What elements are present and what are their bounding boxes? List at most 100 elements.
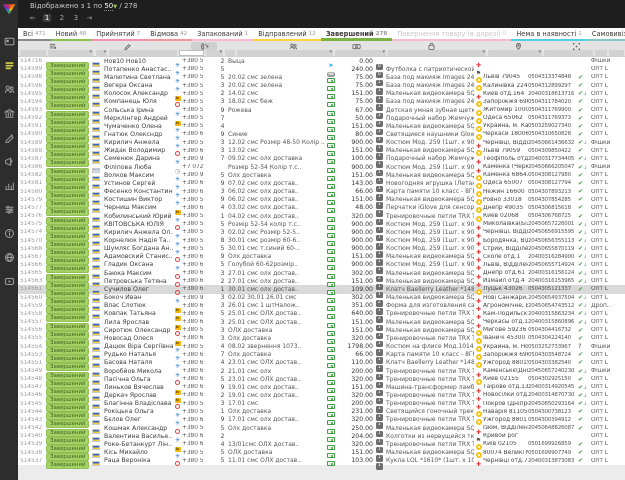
order-row[interactable]: 514576ЗавершенийКобилинський Юрий✳+380 5… <box>18 212 625 220</box>
filter-input[interactable] <box>109 50 177 56</box>
filter-input[interactable]: ▾ <box>388 50 486 56</box>
order-row[interactable]: 514593ЗавершенийСольська Ірина✳+380 59Ро… <box>18 106 625 114</box>
order-row[interactable]: 514596ЗавершенийВегера Оксана✳+380 5320.… <box>18 81 625 89</box>
globe-icon[interactable] <box>0 245 18 269</box>
callback-icon[interactable] <box>191 42 217 50</box>
order-row[interactable]: 514546ЗавершенийДеркач Ярославic+380 621… <box>18 391 625 399</box>
video-icon[interactable] <box>0 269 18 293</box>
order-row[interactable]: 514544ЗавершенийРокіцька Ольга✳+380 51Ол… <box>18 408 625 416</box>
order-row[interactable]: 514588ЗавершенийЖидак Володимир+380 6313… <box>18 147 625 155</box>
order-row[interactable]: 514559ЗавершенийВлас Слотюкic+380 6326.0… <box>18 302 625 310</box>
order-row[interactable]: 514595ЗавершенийКолосок Александрic+380 … <box>18 90 625 98</box>
order-row[interactable]: 514553ЗавершенийРудько Наталья✳+380 67Ол… <box>18 351 625 359</box>
app-logo-icon[interactable] <box>3 3 16 15</box>
panel-icon[interactable] <box>0 29 18 53</box>
tab-завершений[interactable]: Завершений278 <box>321 28 392 41</box>
orders-list-icon[interactable] <box>0 53 18 77</box>
order-row[interactable]: 514565ЗавершенийБаюка Максим+380 6327.01… <box>18 269 625 277</box>
tab-всі[interactable]: Всі471 <box>18 28 51 41</box>
order-row[interactable]: 514716ЗавершенийНов10 Нов10✳+380 52Выца➤… <box>18 57 625 65</box>
ttn-number: 20450661436632 <box>528 140 578 146</box>
tab-прийнятий[interactable]: Прийнятий7 <box>91 28 145 41</box>
pin-icon[interactable] <box>512 42 524 50</box>
order-row[interactable]: 514538ЗавершенийКісь Михайло✳+380 55ОЛХ … <box>18 449 625 457</box>
order-row[interactable]: 514589ЗавершенийКирилич Анжела✳+380 5312… <box>18 139 625 147</box>
order-row[interactable]: 514570ЗавершенийКорнелюк Надія Та..✳+380… <box>18 236 625 244</box>
filter-input[interactable] <box>609 50 624 56</box>
order-row[interactable]: 514557ЗавершенийЛила Ярославic+380 6325.… <box>18 318 625 326</box>
order-row[interactable]: 514545ЗавершенийБлагінна Владіслава+380 … <box>18 400 625 408</box>
page-button-1[interactable]: 1 <box>43 14 51 22</box>
filter-input[interactable]: ▾ <box>237 50 333 56</box>
order-row[interactable]: 514590ЗавершенийГнатюк Олексндр✳+380 69С… <box>18 130 625 138</box>
tab-відправлений[interactable]: Відправлений12 <box>253 28 321 41</box>
order-row[interactable]: 514581ЗавершенийУстинов Сергей✳+380 6907… <box>18 179 625 187</box>
sliders-icon[interactable] <box>0 197 18 221</box>
order-row[interactable]: 514568ЗавершенийШумляс Богдана Ан..✳+380… <box>18 245 625 253</box>
order-row[interactable]: 514549ЗавершенийВоробйов Микола✳+380 622… <box>18 367 625 375</box>
order-row[interactable]: 514582ЗавершенийВолков Максим✳+380 95Олх… <box>18 171 625 179</box>
order-comment: 23.01 смс ОЛХ достав.. <box>228 376 325 383</box>
megaphone-icon[interactable] <box>0 149 18 173</box>
order-row[interactable]: 514591ЗавершенийЧумаченко Олена✳+380 541… <box>18 122 625 130</box>
order-row[interactable]: 514554ЗавершенийДацюк Віра Сергіївна✳+38… <box>18 342 625 350</box>
order-row[interactable]: 514598ЗавершенийМалютина Светлана✳+380 5… <box>18 73 625 81</box>
tab-запакований[interactable]: Запакований1 <box>192 28 253 41</box>
last-page-icon[interactable]: ⇥ <box>86 14 92 22</box>
chart-icon[interactable] <box>0 173 18 197</box>
order-row[interactable]: 514540ЗавершенийВалентина Василье..✳+380… <box>18 432 625 440</box>
order-row[interactable]: 514548ЗавершенийПасічна Ольга+380 6523.0… <box>18 375 625 383</box>
money-icon[interactable] <box>350 42 362 50</box>
order-row[interactable]: 514566ЗавершенийГладик Оксана✳+380 65Гол… <box>18 261 625 269</box>
order-row[interactable]: 514575ЗавершенийКВІТОВСЬКА ЮЛІЯ+380 55Ро… <box>18 220 625 228</box>
order-row[interactable]: 514547ЗавершенийЛиньков Вячеславic+380 6… <box>18 383 625 391</box>
filter-input[interactable] <box>544 50 593 56</box>
order-row[interactable]: 514537ЗавершенийРаца Вероніка+380 5511.0… <box>18 457 625 465</box>
order-row[interactable]: 514594ЗавершенийКомпанець Юля+380 5318.0… <box>18 98 625 106</box>
order-row[interactable]: 514563ЗавершенийПетровська Тетяна+380 62… <box>18 277 625 285</box>
filter-input[interactable] <box>595 50 607 56</box>
order-row[interactable]: 514558ЗавершенийКовпак Татьянаic+380 652… <box>18 310 625 318</box>
filter-input[interactable] <box>225 50 235 56</box>
tab-новий[interactable]: Новий48 <box>51 28 92 41</box>
page-button-2[interactable]: 2 <box>58 14 65 22</box>
tab-нема-в-наявності[interactable]: Нема в наявності1 <box>511 28 587 41</box>
order-row[interactable]: 514561ЗавершенийСучилов Олег+380 6130.01… <box>18 285 625 293</box>
pen-icon[interactable] <box>0 125 18 149</box>
order-row[interactable]: 514592ЗавершенийМерклінгер Андрейic+380 … <box>18 114 625 122</box>
order-row[interactable]: 514580ЗавершенийФесенко Константин✳+380 … <box>18 188 625 196</box>
tab-відмова[interactable]: Відмова42 <box>145 28 192 41</box>
order-row[interactable]: 514587ЗавершенийСеменюк Дарина✳+380 9709… <box>18 155 625 163</box>
order-row[interactable]: 514586ЗавершенийФіліпова Люба◷+7 072Розм… <box>18 163 625 171</box>
filter-input[interactable]: ▾ <box>206 50 223 56</box>
page-button-3[interactable]: 3 <box>72 14 79 22</box>
filter-input[interactable] <box>20 50 46 56</box>
order-row[interactable]: 514539ЗавершенийРоке-Бетанкурт Лін..ic+3… <box>18 440 625 448</box>
order-row[interactable]: 514556ЗавершенийСиротюк Олександр+380 53… <box>18 326 625 334</box>
order-row[interactable]: 514543ЗавершенийБєлов Олег✳+380 6917.01 … <box>18 416 625 424</box>
bag-icon[interactable] <box>425 42 437 50</box>
order-row[interactable]: 514567ЗавершенийАдамовский Станис..+380 … <box>18 253 625 261</box>
order-row[interactable]: 514560ЗавершенийБокоч Иван✳+380 9302.02 … <box>18 294 625 302</box>
order-row[interactable]: 514579ЗавершенийКостишин Виктор✳+380 590… <box>18 196 625 204</box>
first-page-icon[interactable]: ⇤ <box>30 14 36 22</box>
info-icon[interactable] <box>0 221 18 245</box>
order-row[interactable]: 514555ЗавершенийНовосад Олесяic+380 63Ол… <box>18 334 625 342</box>
order-row[interactable]: 514577ЗавершенийЧерниш Максимic+380 6403… <box>18 204 625 212</box>
order-row[interactable]: 514599ЗавершенийПотапенко Анастас..✳+380… <box>18 65 625 73</box>
delivery-city: Измаил отд.4 <box>483 278 528 284</box>
page-size-dropdown[interactable]: 50 <box>104 2 113 11</box>
feed-icon[interactable] <box>46 42 58 50</box>
tab-самовивіз[interactable]: Самовивіз2 <box>587 28 625 41</box>
scan-icon[interactable] <box>570 42 582 50</box>
order-row[interactable]: 514574ЗавершенийКирилич Анжела Ол..✳+380… <box>18 228 625 236</box>
order-row[interactable]: 514542ЗавершенийКошмак Александр+380 55О… <box>18 424 625 432</box>
filter-input-active[interactable] <box>179 50 204 56</box>
bank-icon[interactable] <box>0 101 18 125</box>
tab-повернення-товару-в-дорозі-[interactable]: Повернення товару (в дорозі)0 <box>392 28 511 41</box>
pencil-icon[interactable] <box>121 42 133 50</box>
filter-input[interactable]: ▾ <box>488 50 542 56</box>
people-icon[interactable] <box>287 42 299 50</box>
order-row[interactable]: 514551ЗавершенийБасова Наталя✳+380 6423.… <box>18 359 625 367</box>
clients-icon[interactable] <box>0 77 18 101</box>
